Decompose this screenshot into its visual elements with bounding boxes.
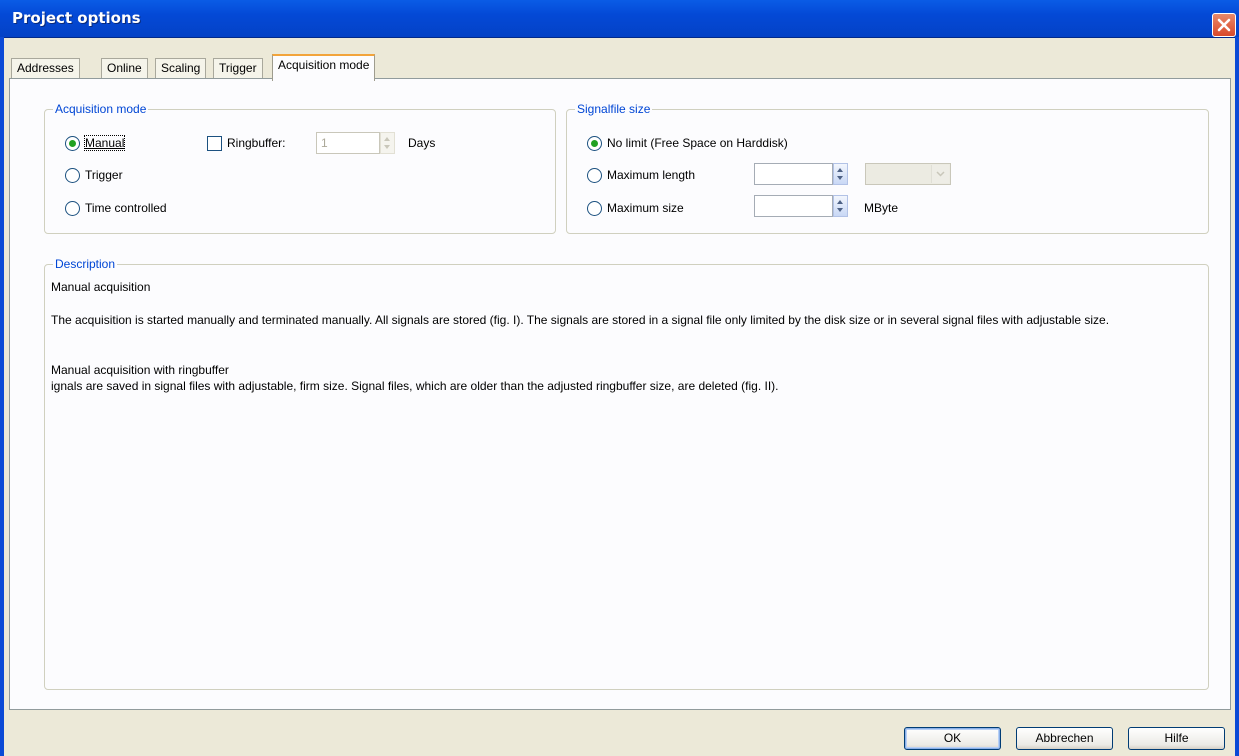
tab-acquisition-mode[interactable]: Acquisition mode	[272, 54, 376, 81]
max-length-input[interactable]	[754, 163, 833, 185]
close-icon	[1217, 18, 1231, 32]
tab-online[interactable]: Online	[101, 58, 148, 79]
tab-panel: Acquisition mode Manual Trigger Time con…	[9, 78, 1231, 710]
description-heading-manual: Manual acquisition	[51, 280, 151, 294]
description-paragraph-manual: The acquisition is started manually and …	[51, 313, 1110, 327]
tab-label: Trigger	[219, 61, 257, 75]
tab-label: Online	[107, 61, 142, 75]
max-length-spinner[interactable]	[833, 163, 848, 185]
trigger-label[interactable]: Trigger	[85, 168, 123, 182]
tab-label: Addresses	[17, 61, 74, 75]
ok-button[interactable]: OK	[904, 727, 1001, 750]
days-unit: Days	[408, 136, 436, 150]
trigger-radio[interactable]	[65, 168, 80, 183]
maximum-size-label[interactable]: Maximum size	[607, 201, 684, 215]
tab-trigger[interactable]: Trigger	[213, 58, 263, 79]
ringbuffer-days-input[interactable]: 1	[316, 132, 380, 154]
time-controlled-label[interactable]: Time controlled	[85, 201, 167, 215]
description-group: Description Manual acquisition The acqui…	[44, 257, 1209, 690]
help-button[interactable]: Hilfe	[1128, 727, 1225, 750]
tab-addresses[interactable]: Addresses	[11, 58, 80, 79]
signalfile-size-group: Signalfile size No limit (Free Space on …	[566, 102, 1209, 234]
ringbuffer-label[interactable]: Ringbuffer:	[227, 136, 285, 150]
manual-label[interactable]: Manual	[83, 135, 126, 151]
tab-label: Scaling	[161, 61, 201, 75]
tab-label: Acquisition mode	[278, 58, 370, 72]
maximum-size-radio[interactable]	[587, 201, 602, 216]
maximum-length-label[interactable]: Maximum length	[607, 168, 695, 182]
window-title: Project options	[12, 9, 141, 27]
tab-scaling[interactable]: Scaling	[155, 58, 207, 79]
close-button[interactable]	[1212, 13, 1236, 37]
dropdown-button[interactable]	[931, 165, 949, 183]
acquisition-mode-group: Acquisition mode Manual Trigger Time con…	[44, 102, 556, 234]
title-bar: Project options	[0, 0, 1239, 38]
max-length-unit-select[interactable]	[865, 163, 951, 185]
no-limit-radio[interactable]	[587, 136, 602, 151]
mbyte-unit: MByte	[864, 201, 899, 215]
group-title: Acquisition mode	[53, 102, 149, 116]
maximum-length-radio[interactable]	[587, 168, 602, 183]
window-frame-left	[0, 37, 4, 756]
cancel-button[interactable]: Abbrechen	[1016, 727, 1113, 750]
time-controlled-radio[interactable]	[65, 201, 80, 216]
group-title: Signalfile size	[575, 102, 653, 116]
group-title: Description	[53, 257, 118, 271]
no-limit-label[interactable]: No limit (Free Space on Harddisk)	[607, 136, 788, 150]
ringbuffer-spinner[interactable]	[380, 132, 395, 154]
description-paragraph-ringbuffer: ignals are saved in signal files with ad…	[51, 379, 779, 393]
chevron-down-icon	[936, 171, 945, 177]
max-size-spinner[interactable]	[833, 195, 848, 217]
ringbuffer-days-value: 1	[321, 136, 328, 150]
ringbuffer-checkbox[interactable]	[207, 136, 222, 151]
manual-radio[interactable]	[65, 136, 80, 151]
window-frame-right	[1235, 37, 1239, 756]
description-heading-ringbuffer: Manual acquisition with ringbuffer	[51, 363, 229, 377]
max-size-input[interactable]	[754, 195, 833, 217]
